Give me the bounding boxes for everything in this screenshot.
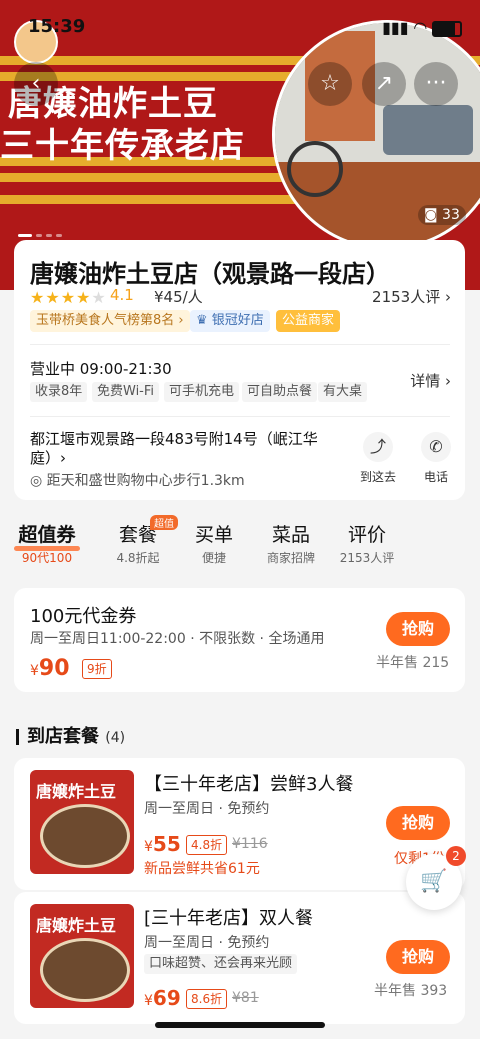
package-card[interactable]: 唐嬢炸土豆 [三十年老店】双人餐 周一至周日 · 免预约 口味超赞、还会再来光顾… [14, 892, 465, 1024]
package-buy-button[interactable]: 抢购 [386, 806, 450, 840]
call-button[interactable]: ✆ 电话 [416, 432, 456, 485]
coupon-subtitle: 周一至周日11:00-22:00 · 不限张数 · 全场通用 [30, 631, 325, 647]
value-badge: 超值 [150, 515, 178, 530]
package-price: ¥55 [144, 832, 181, 856]
distance-info: ◎ 距天和盛世购物中心步行1.3km [30, 473, 245, 489]
package-name: [三十年老店】双人餐 [144, 908, 314, 929]
package-subtitle: 周一至周日 · 免预约 [144, 801, 270, 817]
details-link[interactable]: 详情 › [410, 370, 451, 391]
package-subtitle: 周一至周日 · 免预约 [144, 935, 270, 951]
coupon-title: 100元代金券 [30, 606, 137, 627]
review-count-link[interactable]: 2153人评 › [372, 286, 451, 307]
package-buy-button[interactable]: 抢购 [386, 940, 450, 974]
shop-name: 唐嬢油炸土豆店（观景路一段店） [30, 260, 390, 288]
cart-icon: 🛒 [420, 869, 448, 894]
home-indicator [155, 1022, 325, 1028]
crown-icon: ♛ [196, 313, 208, 328]
carousel-dots [18, 222, 66, 241]
package-saving-note: 新品尝鲜共省61元 [144, 861, 260, 877]
package-original-price: ¥81 [232, 990, 259, 1006]
package-image: 唐嬢炸土豆 [30, 904, 134, 1008]
package-name: 【三十年老店】尝鲜3人餐 [144, 774, 354, 795]
price-per-person: ¥45/人 [154, 288, 203, 306]
location-pin-icon: ◎ [30, 473, 43, 489]
navigate-button[interactable]: ⤴ 到这去 [358, 432, 398, 485]
more-icon: ··· [425, 71, 447, 96]
star-icon: ☆ [320, 71, 340, 96]
coupon-sold: 半年售 215 [376, 655, 450, 671]
status-icons: ▮▮▮ ◠ [382, 18, 462, 37]
package-price: ¥69 [144, 986, 181, 1010]
back-button[interactable]: ‹ [14, 62, 58, 106]
camera-icon: ◙ [424, 207, 438, 223]
photo-count[interactable]: ◙ 33 [418, 205, 466, 225]
wifi-icon: ◠ [414, 18, 427, 37]
directions-icon: ⤴ [363, 432, 393, 462]
share-icon: ↗ [374, 71, 394, 96]
status-time: 15:39 [28, 16, 86, 37]
feature-tag: 有大桌 [318, 382, 368, 402]
feature-tag: 可手机充电 [164, 382, 240, 402]
tab-reviews[interactable]: 评价 2153人评 [336, 520, 398, 566]
coupon-card[interactable]: 100元代金券 周一至周日11:00-22:00 · 不限张数 · 全场通用 ¥… [14, 588, 465, 692]
share-button[interactable]: ↗ [362, 62, 406, 106]
charity-tag: 公益商家 [276, 310, 341, 332]
rating-stars-icon: ★★★★★ [30, 288, 107, 307]
feature-tag: 可自助点餐 [242, 382, 318, 402]
business-hours: 营业中 09:00-21:30 [30, 360, 172, 378]
active-tab-indicator [14, 546, 80, 551]
more-button[interactable]: ··· [414, 62, 458, 106]
battery-icon [432, 20, 462, 37]
rank-tag[interactable]: 玉带桥美食人气榜第8名 › [30, 310, 190, 332]
signal-icon: ▮▮▮ [382, 18, 409, 37]
favorite-button[interactable]: ☆ [308, 62, 352, 106]
coupon-buy-button[interactable]: 抢购 [386, 612, 450, 646]
feature-tag: 收录8年 [30, 382, 88, 402]
package-card[interactable]: 唐嬢炸土豆 【三十年老店】尝鲜3人餐 周一至周日 · 免预约 ¥55 4.8折 … [14, 758, 465, 890]
rating-value: 4.1 [110, 286, 134, 304]
tab-coupons[interactable]: 超值券 90代100 [14, 520, 80, 566]
package-sold: 半年售 393 [374, 983, 448, 999]
silver-shop-tag[interactable]: ♛ 银冠好店 [190, 310, 270, 332]
shop-address[interactable]: 都江堰市观景路一段483号附14号（岷江华庭）› [30, 430, 348, 468]
shop-info-card: 唐嬢油炸土豆店（观景路一段店） ★★★★★ 4.1 ¥45/人 2153人评 ›… [14, 240, 465, 500]
packages-section-title: 到店套餐 (4) [16, 722, 125, 748]
hero-title-line2: 三十年传承老店 [0, 126, 245, 166]
coupon-discount: 9折 [82, 659, 112, 679]
review-chip: 口味超赞、还会再来光顾 [144, 954, 298, 974]
package-original-price: ¥116 [232, 836, 268, 852]
status-bar: 15:39 ▮▮▮ ◠ [0, 16, 480, 64]
tab-dishes[interactable]: 菜品 商家招牌 [262, 520, 320, 566]
phone-icon: ✆ [421, 432, 451, 462]
back-icon: ‹ [31, 71, 41, 96]
package-discount: 8.6折 [186, 989, 228, 1009]
package-image: 唐嬢炸土豆 [30, 770, 134, 874]
coupon-price: ¥90 [30, 656, 70, 681]
cart-badge: 2 [446, 846, 466, 866]
package-discount: 4.8折 [186, 835, 228, 855]
tab-pay[interactable]: 买单 便捷 [186, 520, 242, 566]
feature-tag: 免费Wi-Fi [92, 382, 160, 402]
